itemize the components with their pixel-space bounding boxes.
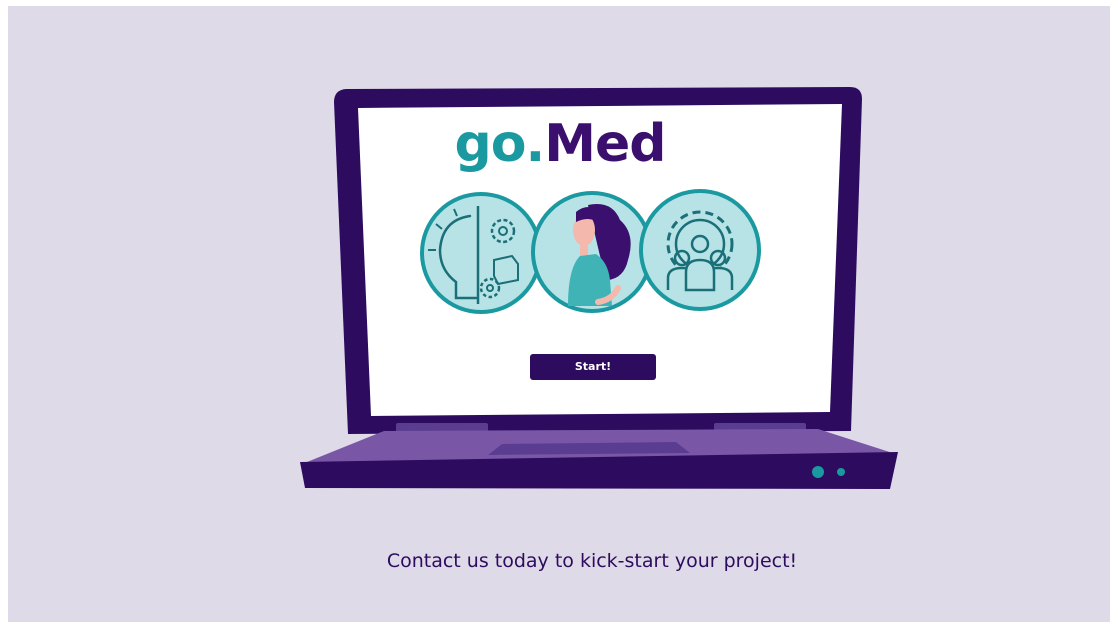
start-button[interactable]: Start! [530,354,656,380]
contact-text: Contact us today to kick-start your proj… [386,550,798,572]
logo-text-go: go. [454,114,546,174]
lightbulb-gears-icon [420,192,542,314]
power-light [812,466,824,478]
gomed-logo: go.Med [410,109,710,179]
page-background: go.Med Start! Contact us today to kick-s… [8,6,1110,622]
woman-illustration-icon [531,191,653,313]
logo-text-med: Med [544,114,666,174]
team-gear-icon [639,189,761,311]
status-light [837,468,845,476]
trackpad [488,442,690,455]
laptop-illustration [300,87,898,489]
